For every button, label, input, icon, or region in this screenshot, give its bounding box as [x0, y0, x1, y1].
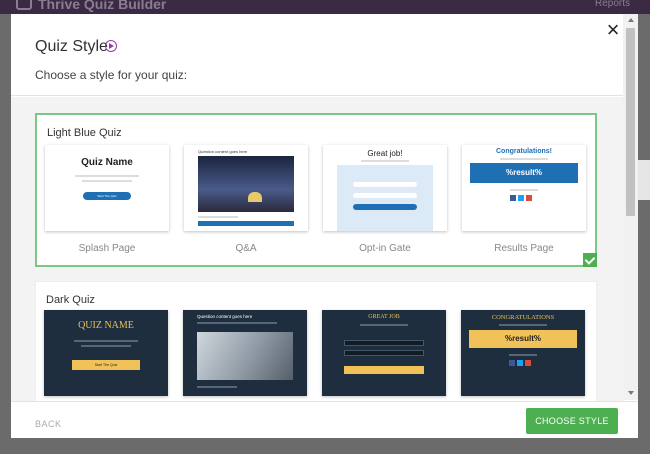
close-button[interactable]: ×: [604, 19, 622, 41]
preview-field: [344, 350, 424, 356]
thumb-results-page: Congratulations! %result%: [462, 145, 586, 231]
thumb-label: Q&A: [235, 243, 257, 254]
twitter-icon: [518, 195, 524, 201]
preview-form-box: [337, 165, 433, 231]
preview-text-line: [499, 324, 547, 326]
scroll-thumb[interactable]: [626, 28, 635, 216]
google-plus-icon: [526, 195, 532, 201]
preview-text-line: [510, 189, 538, 191]
back-button[interactable]: BACK: [35, 419, 62, 429]
preview-text-line: [75, 175, 139, 177]
preview-text-line: [360, 324, 408, 326]
app-header: Thrive Quiz Builder Reports: [0, 0, 650, 14]
scroll-up-icon[interactable]: [628, 18, 634, 22]
preview-result: %result%: [470, 163, 578, 183]
thumb-optin-gate: Great job!: [323, 145, 447, 231]
modal-subtitle: Choose a style for your quiz:: [35, 68, 188, 82]
preview-text-line: [82, 180, 132, 182]
preview-text-line: [500, 158, 548, 160]
preview-title: CONGRATULATIONS: [491, 314, 555, 321]
preview-text-line: [198, 216, 238, 218]
preview-button: [353, 204, 417, 210]
choose-style-button[interactable]: CHOOSE STYLE: [526, 408, 618, 434]
thumb-dark-optin: GREAT JOB: [322, 310, 446, 396]
preview-field: [353, 193, 417, 198]
play-video-icon[interactable]: [105, 40, 117, 52]
preview-text-line: [197, 322, 277, 324]
preview-title: Question content goes here: [198, 149, 248, 154]
preview-title: GREAT JOB: [368, 314, 400, 320]
thumb-qa: Question content goes here: [184, 145, 308, 231]
thumb-label: Splash Page: [78, 243, 136, 254]
style-name: Light Blue Quiz: [47, 127, 122, 139]
preview-result: %result%: [469, 330, 577, 348]
preview-button: Start The Quiz: [72, 360, 140, 370]
preview-title: QUIZ NAME: [78, 320, 134, 331]
modal-scrollbar[interactable]: [623, 14, 638, 400]
thumb-splash-page: Quiz Name Start The Quiz: [45, 145, 169, 231]
style-card-light-blue[interactable]: Light Blue Quiz Quiz Name Start The Quiz…: [35, 113, 597, 267]
preview-button: Start The Quiz: [83, 192, 131, 200]
preview-image: [198, 156, 294, 212]
style-card-dark[interactable]: Dark Quiz QUIZ NAME Start The Quiz Quest…: [35, 281, 597, 401]
preview-text-line: [197, 386, 237, 388]
thumb-dark-splash: QUIZ NAME Start The Quiz: [44, 310, 168, 396]
preview-text-line: [361, 160, 409, 162]
thumb-label: Results Page: [494, 243, 554, 254]
preview-answer-bar: [198, 221, 294, 226]
style-list[interactable]: Light Blue Quiz Quiz Name Start The Quiz…: [11, 97, 623, 401]
preview-image: [197, 332, 293, 380]
thumb-dark-qa: Question content goes here: [183, 310, 307, 396]
app-logo-icon: [16, 0, 32, 10]
background-panel: [636, 160, 650, 200]
style-name: Dark Quiz: [46, 294, 95, 306]
preview-title: Question content goes here: [197, 314, 253, 319]
twitter-icon: [517, 360, 523, 366]
app-title: Thrive Quiz Builder: [38, 0, 167, 12]
modal-title: Quiz Style: [35, 38, 108, 55]
modal-header: Quiz Style Choose a style for your quiz:: [11, 14, 623, 96]
quiz-style-modal: Quiz Style Choose a style for your quiz:…: [11, 14, 638, 438]
preview-field: [344, 340, 424, 346]
preview-button: [344, 366, 424, 374]
preview-text-line: [81, 345, 131, 347]
google-plus-icon: [525, 360, 531, 366]
preview-text-line: [74, 340, 138, 342]
scroll-down-icon[interactable]: [628, 391, 634, 395]
modal-footer: BACK CHOOSE STYLE: [11, 401, 638, 438]
thumb-dark-results: CONGRATULATIONS %result%: [461, 310, 585, 396]
thumb-label: Opt-in Gate: [359, 243, 411, 254]
reports-link[interactable]: Reports: [595, 0, 630, 9]
facebook-icon: [510, 195, 516, 201]
preview-title: Great job!: [367, 149, 403, 158]
preview-text-line: [509, 354, 537, 356]
preview-title: Congratulations!: [496, 148, 552, 155]
preview-field: [353, 182, 417, 187]
tent-icon: [248, 192, 262, 202]
selected-check-icon: [583, 253, 597, 267]
preview-title: Quiz Name: [81, 157, 133, 168]
facebook-icon: [509, 360, 515, 366]
